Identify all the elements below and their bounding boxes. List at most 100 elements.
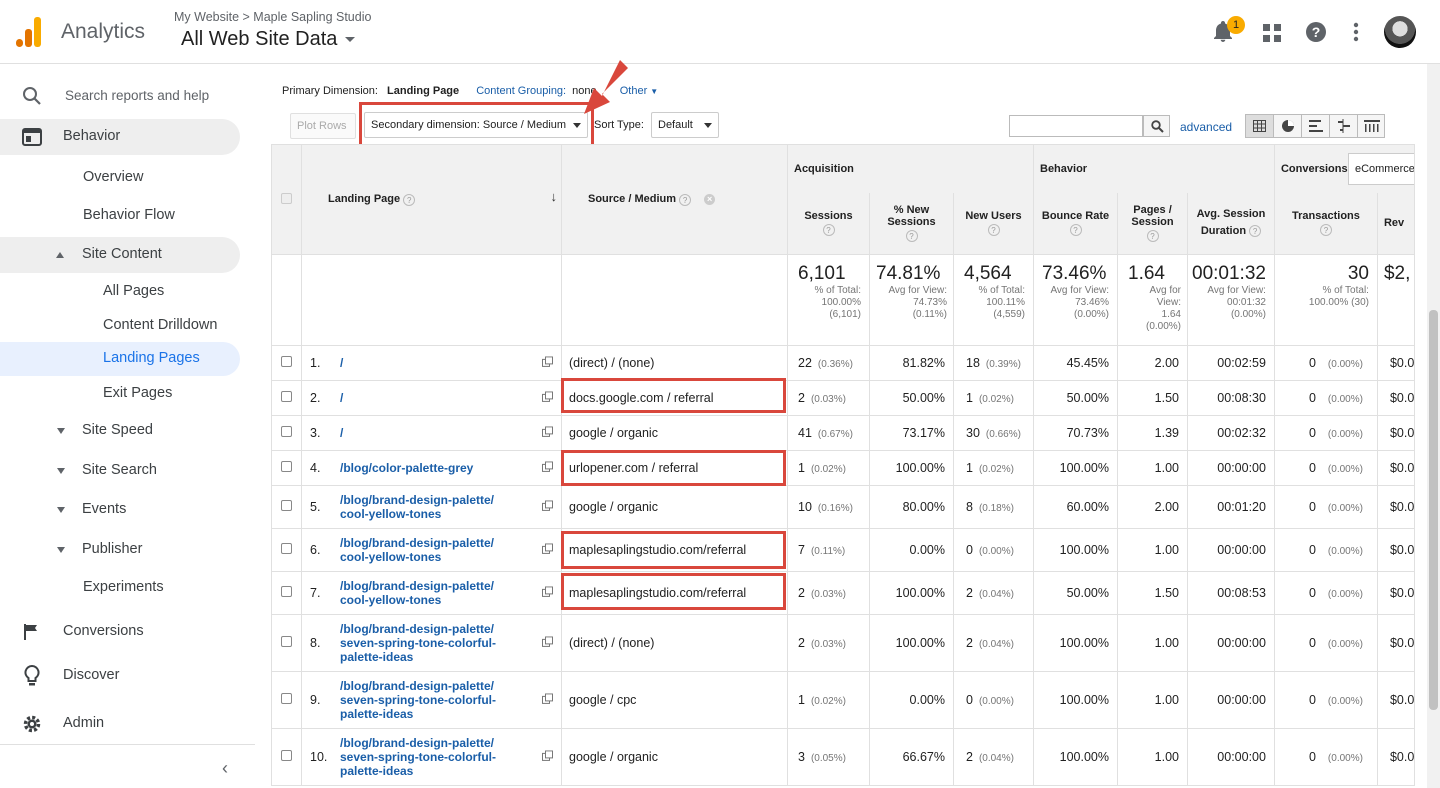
header-revenue[interactable]: Rev	[1376, 192, 1416, 255]
landing-page-link[interactable]: /	[340, 391, 343, 405]
row-checkbox[interactable]	[281, 693, 292, 704]
landing-page-link[interactable]: /blog/brand-design-palette/	[340, 536, 494, 550]
landing-page-link[interactable]: /blog/brand-design-palette/	[340, 579, 494, 593]
sidebar-item-conversions[interactable]: Conversions	[0, 614, 240, 650]
help-icon[interactable]: ?	[822, 224, 835, 237]
content-grouping-link[interactable]: Content Grouping:	[476, 85, 566, 97]
open-external-icon[interactable]	[542, 693, 553, 704]
sidebar-item-content-drilldown[interactable]: Content Drilldown	[0, 308, 240, 344]
landing-page-link-line3[interactable]: palette-ideas	[340, 707, 496, 721]
apps-grid-icon[interactable]	[1263, 24, 1281, 42]
row-checkbox[interactable]	[281, 586, 292, 597]
select-all-checkbox[interactable]	[281, 192, 292, 204]
open-external-icon[interactable]	[542, 500, 553, 511]
performance-view-icon[interactable]	[1302, 115, 1330, 137]
table-search-button[interactable]	[1143, 115, 1170, 137]
pivot-view-icon[interactable]	[1358, 115, 1386, 137]
open-external-icon[interactable]	[542, 461, 553, 472]
landing-page-link[interactable]: /	[340, 426, 343, 440]
sidebar-item-behavior[interactable]: Behavior	[0, 119, 240, 155]
sidebar-item-behavior-flow[interactable]: Behavior Flow	[0, 198, 240, 234]
row-checkbox[interactable]	[281, 750, 292, 761]
landing-page-link-line3[interactable]: palette-ideas	[340, 764, 496, 778]
sidebar-item-site-search[interactable]: Site Search	[0, 453, 240, 489]
sidebar-item-site-speed[interactable]: Site Speed	[0, 413, 240, 449]
header-sessions[interactable]: Sessions?	[787, 192, 870, 255]
sidebar-item-overview[interactable]: Overview	[0, 160, 240, 196]
sidebar-item-landing-pages[interactable]: Landing Pages	[0, 342, 240, 376]
collapse-sidebar-icon[interactable]: ‹	[222, 758, 228, 779]
sort-type-select[interactable]: Default	[651, 112, 719, 138]
help-icon[interactable]: ?	[1305, 21, 1327, 43]
row-checkbox[interactable]	[281, 500, 292, 511]
header-transactions[interactable]: Transactions?	[1273, 192, 1378, 255]
landing-page-link[interactable]: /blog/brand-design-palette/	[340, 493, 494, 507]
table-filter-input[interactable]	[1009, 115, 1143, 137]
scrollbar-thumb[interactable]	[1429, 310, 1438, 710]
source-medium-cell[interactable]: google / cpc	[561, 671, 788, 729]
header-new-users[interactable]: New Users?	[953, 192, 1034, 255]
sidebar-item-site-content[interactable]: Site Content	[0, 237, 240, 273]
more-vert-icon[interactable]	[1352, 22, 1360, 42]
sidebar-search[interactable]: Search reports and help	[22, 86, 209, 109]
remove-dimension-icon[interactable]: ×	[704, 194, 716, 206]
landing-page-link[interactable]: /	[340, 356, 343, 370]
help-icon[interactable]: ?	[1069, 224, 1082, 237]
sidebar-item-all-pages[interactable]: All Pages	[0, 274, 240, 310]
header-landing-page[interactable]: Landing Page ? ↓	[301, 144, 562, 255]
sidebar-item-events[interactable]: Events	[0, 492, 240, 528]
source-medium-cell[interactable]: google / organic	[561, 415, 788, 451]
row-checkbox[interactable]	[281, 636, 292, 647]
landing-page-link[interactable]: /blog/color-palette-grey	[340, 461, 473, 475]
landing-page-link[interactable]: /blog/brand-design-palette/	[340, 622, 496, 636]
plot-rows-button[interactable]: Plot Rows	[290, 113, 356, 139]
analytics-logo[interactable]	[16, 17, 42, 47]
account-avatar[interactable]	[1384, 16, 1416, 48]
open-external-icon[interactable]	[542, 586, 553, 597]
help-icon[interactable]: ?	[403, 193, 416, 206]
landing-page-link-line2[interactable]: seven-spring-tone-colorful-	[340, 750, 496, 764]
primary-dimension-landing-page[interactable]: Landing Page	[387, 85, 459, 97]
help-icon[interactable]: ?	[905, 230, 918, 243]
source-medium-cell[interactable]: google / organic	[561, 728, 788, 786]
landing-page-link-line2[interactable]: cool-yellow-tones	[340, 507, 494, 521]
source-medium-cell[interactable]: (direct) / (none)	[561, 345, 788, 381]
advanced-filter-link[interactable]: advanced	[1180, 120, 1232, 134]
help-icon[interactable]: ?	[987, 224, 1000, 237]
open-external-icon[interactable]	[542, 636, 553, 647]
sidebar-item-admin[interactable]: Admin	[0, 706, 240, 742]
row-checkbox[interactable]	[281, 543, 292, 554]
table-view-icon[interactable]	[1246, 115, 1274, 137]
header-new-sessions[interactable]: % New Sessions?	[869, 192, 954, 255]
landing-page-link-line3[interactable]: palette-ideas	[340, 650, 496, 664]
landing-page-link[interactable]: /blog/brand-design-palette/	[340, 679, 496, 693]
row-checkbox[interactable]	[281, 391, 292, 402]
landing-page-link-line2[interactable]: cool-yellow-tones	[340, 593, 494, 607]
header-avg-session-duration[interactable]: Avg. Session Duration ?	[1187, 192, 1275, 255]
open-external-icon[interactable]	[542, 543, 553, 554]
source-medium-cell[interactable]: (direct) / (none)	[561, 614, 788, 672]
row-checkbox[interactable]	[281, 461, 292, 472]
pie-view-icon[interactable]	[1274, 115, 1302, 137]
open-external-icon[interactable]	[542, 356, 553, 367]
breadcrumb[interactable]: My Website > Maple Sapling Studio	[174, 10, 371, 24]
sidebar-item-exit-pages[interactable]: Exit Pages	[0, 376, 240, 412]
help-icon[interactable]: ?	[1319, 224, 1332, 237]
open-external-icon[interactable]	[542, 391, 553, 402]
row-checkbox[interactable]	[281, 426, 292, 437]
header-pages-session[interactable]: Pages / Session?	[1117, 192, 1188, 255]
source-medium-cell[interactable]: google / organic	[561, 485, 788, 529]
help-icon[interactable]: ?	[679, 193, 692, 206]
landing-page-link-line2[interactable]: cool-yellow-tones	[340, 550, 494, 564]
open-external-icon[interactable]	[542, 750, 553, 761]
landing-page-link[interactable]: /blog/brand-design-palette/	[340, 736, 496, 750]
header-source-medium[interactable]: Source / Medium ? ×	[561, 144, 788, 255]
comparison-view-icon[interactable]	[1330, 115, 1358, 137]
header-bounce-rate[interactable]: Bounce Rate?	[1033, 192, 1118, 255]
help-icon[interactable]: ?	[1249, 225, 1262, 238]
help-icon[interactable]: ?	[1146, 230, 1159, 243]
row-checkbox[interactable]	[281, 356, 292, 367]
sidebar-item-experiments[interactable]: Experiments	[0, 570, 240, 606]
sidebar-item-publisher[interactable]: Publisher	[0, 532, 240, 568]
conversions-goal-select[interactable]: eCommerce	[1347, 153, 1414, 185]
